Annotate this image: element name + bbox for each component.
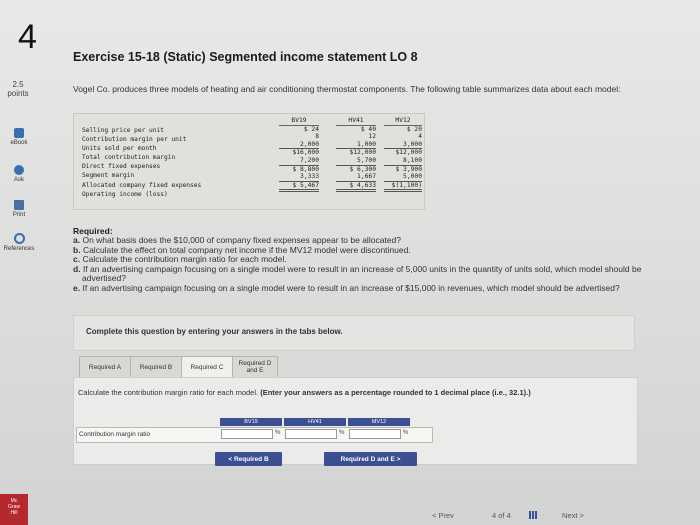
row-label: Total contribution margin — [82, 154, 176, 162]
table-cell: 8 — [315, 133, 319, 141]
ask-label: Ask — [13, 177, 24, 183]
calc-instruction: Calculate the contribution margin ratio … — [78, 388, 618, 397]
required-item: e. If an advertising campaign focusing o… — [73, 282, 620, 293]
table-cell: 7,200 — [279, 157, 319, 166]
table-cell: $16,000 — [292, 149, 319, 157]
row-label: Contribution margin per unit — [82, 136, 187, 144]
row-label: Allocated company fixed expenses — [82, 181, 202, 189]
row-label: Operating income (loss) — [82, 190, 168, 198]
answer-row: Contribution margin ratio % % % — [76, 427, 433, 443]
bv19-ratio-input[interactable] — [221, 429, 273, 439]
tab-required-b[interactable]: Required B — [130, 356, 182, 378]
table-cell: $(1,100) — [384, 182, 422, 193]
mv12-ratio-input[interactable] — [349, 429, 401, 439]
intro-text: Vogel Co. produces three models of heati… — [73, 84, 621, 94]
row-label: Units sold per month — [82, 145, 157, 153]
table-cell: 3,000 — [384, 141, 422, 150]
row-label: Direct fixed expenses — [82, 163, 161, 171]
column-header: MV12 — [384, 117, 422, 126]
table-column-mv12: MV12 $ 20 4 3,000 $12,000 8,100 $ 3,900 … — [384, 117, 422, 193]
ebook-button[interactable]: eBook — [2, 128, 36, 146]
instruction-text: Complete this question by entering your … — [86, 327, 343, 336]
table-cell: $ 40 — [360, 125, 376, 133]
answer-header: BV19 — [220, 418, 282, 426]
row-label: Segment margin — [82, 172, 135, 180]
page-indicator: 4 of 4 — [492, 511, 511, 520]
table-column-hv41: HV41 $ 40 12 1,000 $12,000 5,700 $ 6,300… — [336, 117, 376, 193]
calc-text: Calculate the contribution margin ratio … — [78, 388, 259, 397]
required-item: d. If an advertising campaign focusing o… — [73, 263, 642, 284]
references-button[interactable]: References — [2, 233, 36, 252]
percent-sign: % — [339, 430, 345, 436]
points-indicator: 2.5 points — [6, 80, 30, 98]
print-label: Print — [12, 212, 26, 218]
row-label: Selling price per unit — [82, 127, 164, 134]
required-list: a. On what basis does the $10,000 of com… — [73, 235, 643, 294]
answer-header: HV41 — [284, 418, 346, 426]
table-cell: $ 4,633 — [336, 182, 376, 193]
points-label: points — [7, 89, 29, 98]
print-icon — [14, 200, 24, 210]
table-cell: 1,000 — [336, 141, 376, 150]
table-cell: $ 5,467 — [279, 182, 319, 193]
hv41-ratio-input[interactable] — [285, 429, 337, 439]
table-cell: $ 6,300 — [349, 165, 376, 173]
column-header: HV41 — [336, 117, 376, 126]
calc-note: (Enter your answers as a percentage roun… — [260, 388, 531, 397]
print-button[interactable]: Print — [2, 200, 36, 218]
instruction-box: Complete this question by entering your … — [73, 315, 635, 351]
table-cell: 5,700 — [336, 157, 376, 166]
table-cell: 5,000 — [384, 173, 422, 182]
table-cell: 1,667 — [336, 173, 376, 182]
next-tab-button[interactable]: Required D and E > — [324, 452, 417, 466]
table-cell: 4 — [418, 133, 422, 141]
tab-required-d-and-e[interactable]: Required D and E — [232, 356, 278, 378]
ask-button[interactable]: Ask — [2, 165, 36, 183]
table-cell: $ 24 — [303, 125, 319, 133]
answer-header-row: BV19 HV41 MV12 — [152, 418, 410, 426]
tab-required-c[interactable]: Required C — [181, 356, 233, 378]
references-label: References — [3, 246, 35, 252]
points-value: 2.5 — [12, 80, 24, 89]
table-row-labels: Selling price per unit Contribution marg… — [82, 120, 201, 199]
ebook-label: eBook — [10, 140, 28, 146]
percent-sign: % — [403, 430, 409, 436]
table-cell: $ 3,900 — [395, 165, 422, 173]
data-table: Selling price per unit Contribution marg… — [73, 113, 425, 210]
chat-icon — [14, 165, 24, 175]
question-number: 4 — [18, 18, 37, 56]
table-column-bv19: BV19 $ 24 8 2,000 $16,000 7,200 $ 8,800 … — [279, 117, 319, 193]
column-header: BV19 — [279, 117, 319, 126]
publisher-logo: Mc Graw Hill — [0, 494, 28, 525]
references-icon — [13, 233, 25, 244]
answer-header: MV12 — [348, 418, 410, 426]
table-cell: $12,000 — [349, 149, 376, 157]
prev-question-link[interactable]: < Prev — [432, 511, 454, 520]
book-icon — [14, 128, 24, 138]
table-cell: $ 20 — [406, 125, 422, 133]
exercise-title: Exercise 15-18 (Static) Segmented income… — [73, 50, 418, 64]
table-cell: 3,333 — [279, 173, 319, 182]
table-cell: $ 8,800 — [292, 165, 319, 173]
table-cell: 8,100 — [384, 157, 422, 166]
tab-required-a[interactable]: Required A — [79, 356, 131, 378]
prev-tab-button[interactable]: < Required B — [215, 452, 282, 466]
next-question-link[interactable]: Next > — [562, 511, 584, 520]
table-cell: 12 — [368, 133, 376, 141]
table-cell: 2,000 — [279, 141, 319, 150]
table-cell: $12,000 — [395, 149, 422, 157]
answer-row-label: Contribution margin ratio — [79, 431, 151, 438]
percent-sign: % — [275, 430, 281, 436]
grid-icon[interactable] — [529, 511, 538, 519]
